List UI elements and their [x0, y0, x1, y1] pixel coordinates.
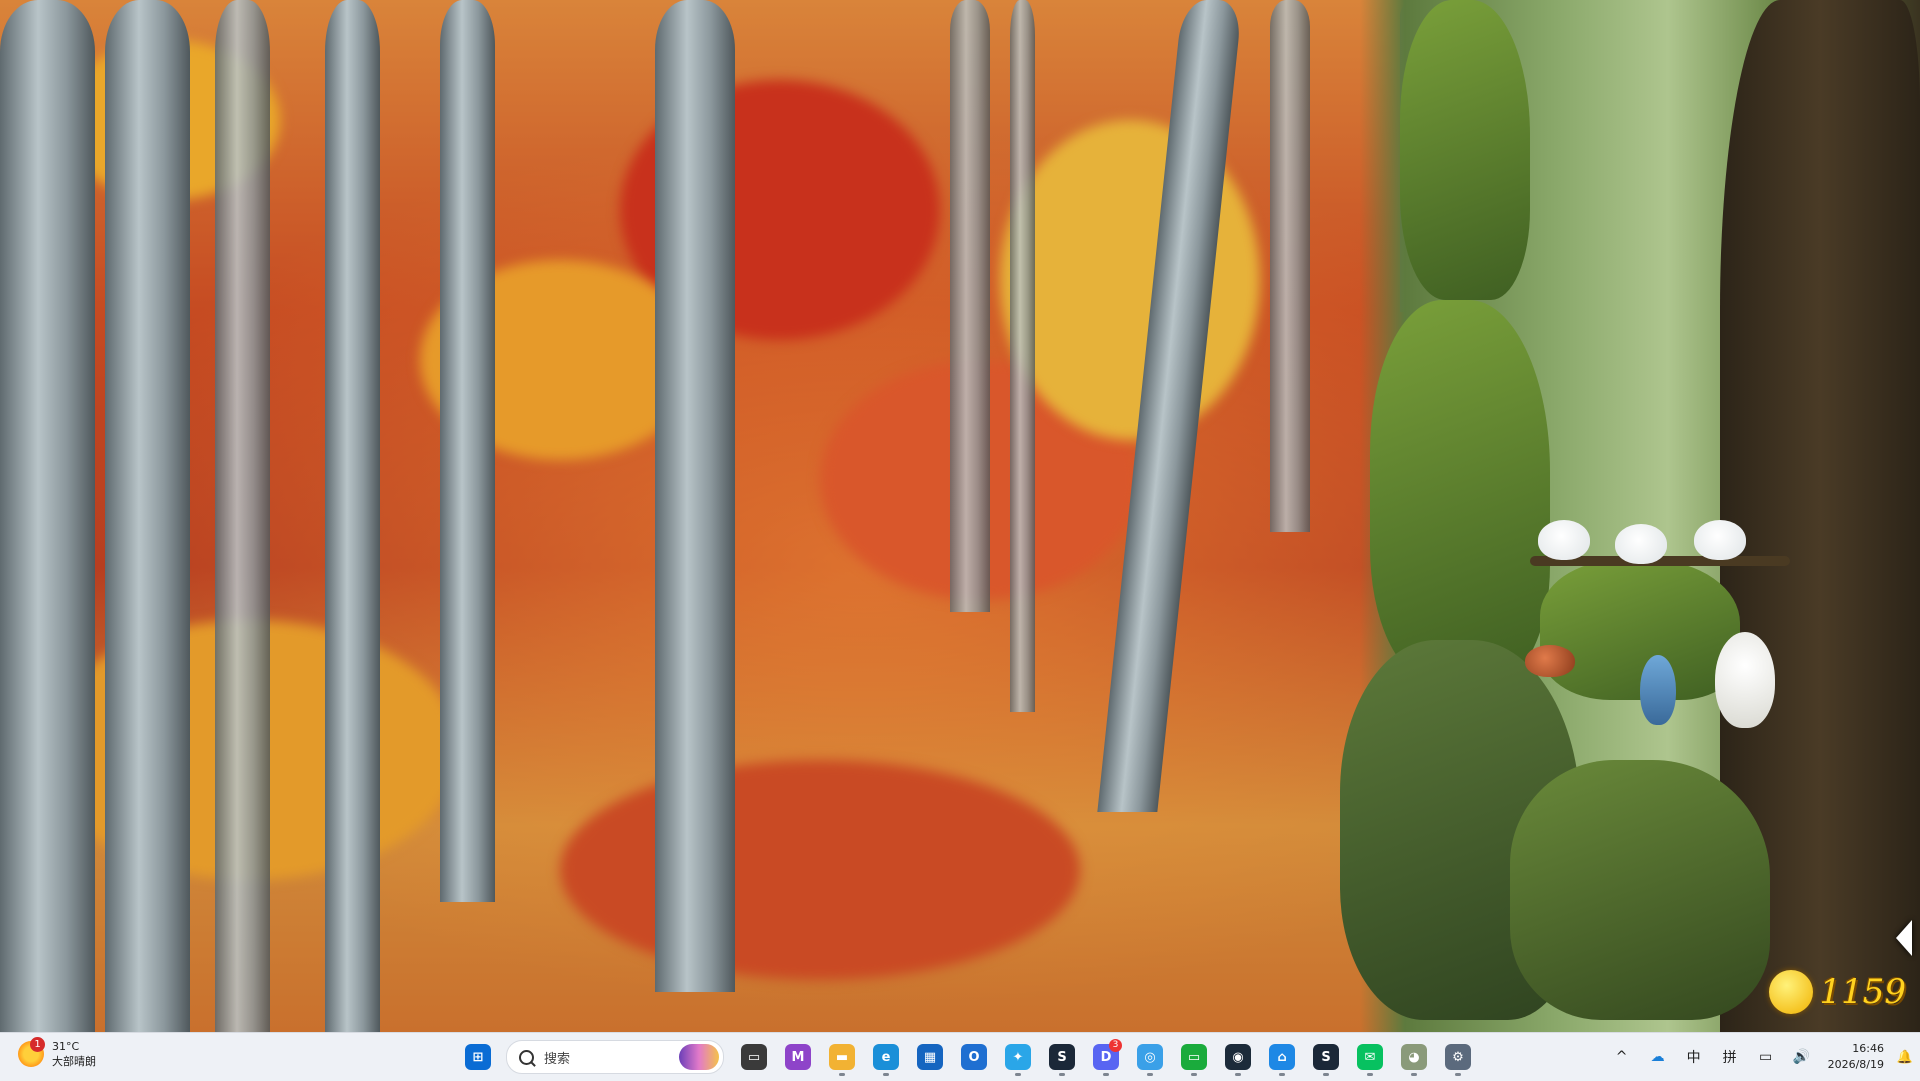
tree-trunk [325, 0, 380, 1032]
file-explorer-glyph-icon: ▬ [829, 1044, 855, 1070]
wechat-icon[interactable]: ✉ [1348, 1037, 1392, 1077]
search-app-glyph-icon: ◎ [1137, 1044, 1163, 1070]
app-blue-icon[interactable]: ⌂ [1260, 1037, 1304, 1077]
settings-icon[interactable]: ⚙ [1436, 1037, 1480, 1077]
edge-glyph-icon: e [873, 1044, 899, 1070]
mossy-ground [1510, 760, 1770, 1020]
volume-icon[interactable]: 🔊 [1784, 1033, 1820, 1081]
microsoft-store-icon[interactable]: ▦ [908, 1037, 952, 1077]
edge-icon[interactable]: e [864, 1037, 908, 1077]
task-view-glyph-icon: ▭ [741, 1044, 767, 1070]
taskbar-apps: ⊞ 搜索 ▭ M ▬ e ▦ O ✦ S D 3 ◎ ▭ ◉ ⌂ S ✉ ◕ ⚙ [456, 1037, 1480, 1077]
desktop-pet-widget[interactable]: 1159 [1340, 0, 1920, 1032]
system-tray: ^ ☁ 中 拼 ▭ 🔊 16:46 2026/8/19 🔔 [1604, 1033, 1920, 1081]
mossy-rock [1370, 300, 1550, 680]
copilot-glyph-icon: ✦ [1005, 1044, 1031, 1070]
steam-glyph-icon: S [1049, 1044, 1075, 1070]
foliage [560, 760, 1080, 980]
running-indicator [1235, 1073, 1241, 1076]
coin-counter: 1159 [1769, 970, 1906, 1014]
steam-icon[interactable]: S [1040, 1037, 1084, 1077]
tree-trunk [0, 0, 95, 1032]
running-indicator [1367, 1073, 1373, 1076]
tree-trunk [1270, 0, 1310, 532]
running-indicator [1323, 1073, 1329, 1076]
ring-app-icon[interactable]: ◉ [1216, 1037, 1260, 1077]
network-icon[interactable]: ▭ [1748, 1033, 1784, 1081]
chat-app-glyph-icon: ▭ [1181, 1044, 1207, 1070]
running-indicator [1103, 1073, 1109, 1076]
copilot-icon[interactable]: ✦ [996, 1037, 1040, 1077]
onedrive-icon[interactable]: ☁ [1640, 1033, 1676, 1081]
pet-app-glyph-icon: ◕ [1401, 1044, 1427, 1070]
show-hidden-icons-chevron-icon[interactable]: ^ [1604, 1033, 1640, 1081]
pet-app-icon[interactable]: ◕ [1392, 1037, 1436, 1077]
running-indicator [1015, 1073, 1021, 1076]
running-indicator [1455, 1073, 1461, 1076]
weather-widget[interactable]: 1 31°C 大部晴朗 [18, 1037, 96, 1069]
coin-value: 1159 [1819, 972, 1906, 1012]
running-indicator [1059, 1073, 1065, 1076]
chick-sprite[interactable] [1538, 520, 1590, 560]
coin-chick-icon [1769, 970, 1814, 1014]
search-icon [519, 1049, 534, 1065]
notification-bell-icon[interactable]: 🔔 [1890, 1033, 1920, 1081]
search-app-icon[interactable]: ◎ [1128, 1037, 1172, 1077]
ime-input-indicator[interactable]: 拼 [1712, 1033, 1748, 1081]
microsoft-store-glyph-icon: ▦ [917, 1044, 943, 1070]
clock-date: 2026/8/19 [1827, 1058, 1884, 1071]
tree-trunk [215, 0, 270, 1032]
start-button[interactable]: ⊞ [456, 1037, 500, 1077]
microsoft-365-glyph-icon: M [785, 1044, 811, 1070]
search-label: 搜索 [544, 1051, 571, 1067]
tree-trunk [655, 0, 735, 992]
tree-trunk [950, 0, 990, 612]
mossy-rock [1400, 0, 1530, 300]
steam-glyph-icon: S [1313, 1044, 1339, 1070]
file-explorer-icon[interactable]: ▬ [820, 1037, 864, 1077]
white-bird-sprite[interactable] [1715, 632, 1775, 728]
taskbar-search-box[interactable]: 搜索 [506, 1040, 724, 1074]
weather-text: 31°C 大部晴朗 [52, 1039, 96, 1069]
running-indicator [883, 1073, 889, 1076]
discord-icon[interactable]: D3 [1084, 1037, 1128, 1077]
collapse-arrow-icon[interactable] [1896, 920, 1912, 956]
settings-glyph-icon: ⚙ [1445, 1044, 1471, 1070]
desktop-wallpaper: 1159 [0, 0, 1920, 1032]
running-indicator [839, 1073, 845, 1076]
ime-mode-indicator[interactable]: 中 [1676, 1033, 1712, 1081]
wechat-glyph-icon: ✉ [1357, 1044, 1383, 1070]
outlook-glyph-icon: O [961, 1044, 987, 1070]
weather-badge: 1 [30, 1037, 45, 1052]
clock-time: 16:46 [1852, 1042, 1884, 1055]
ring-app-glyph-icon: ◉ [1225, 1044, 1251, 1070]
chat-app-icon[interactable]: ▭ [1172, 1037, 1216, 1077]
notification-badge: 3 [1109, 1039, 1122, 1052]
tree-trunk [105, 0, 190, 1032]
chick-sprite[interactable] [1615, 524, 1667, 564]
outlook-icon[interactable]: O [952, 1037, 996, 1077]
sparrow-sprite[interactable] [1525, 645, 1575, 677]
running-indicator [1147, 1073, 1153, 1076]
tree-trunk [1010, 0, 1035, 712]
task-view-icon[interactable]: ▭ [732, 1037, 776, 1077]
running-indicator [1279, 1073, 1285, 1076]
start-glyph-icon: ⊞ [465, 1044, 491, 1070]
weather-temperature: 31°C [52, 1040, 80, 1053]
search-highlight-art-icon [679, 1044, 719, 1070]
weather-condition: 大部晴朗 [52, 1055, 96, 1068]
chick-sprite[interactable] [1694, 520, 1746, 560]
app-blue-glyph-icon: ⌂ [1269, 1044, 1295, 1070]
microsoft-365-icon[interactable]: M [776, 1037, 820, 1077]
steam-icon-2[interactable]: S [1304, 1037, 1348, 1077]
running-indicator [1411, 1073, 1417, 1076]
clock[interactable]: 16:46 2026/8/19 [1820, 1041, 1890, 1073]
sun-icon: 1 [18, 1037, 45, 1067]
taskbar: 1 31°C 大部晴朗 ⊞ 搜索 ▭ M ▬ e ▦ O ✦ S D 3 ◎ ▭ ◉ ⌂ S ✉ ◕ ⚙ ^ ☁ 中 … [0, 1032, 1920, 1081]
tree-trunk [440, 0, 495, 902]
blue-bird-sprite[interactable] [1640, 655, 1676, 725]
running-indicator [1191, 1073, 1197, 1076]
